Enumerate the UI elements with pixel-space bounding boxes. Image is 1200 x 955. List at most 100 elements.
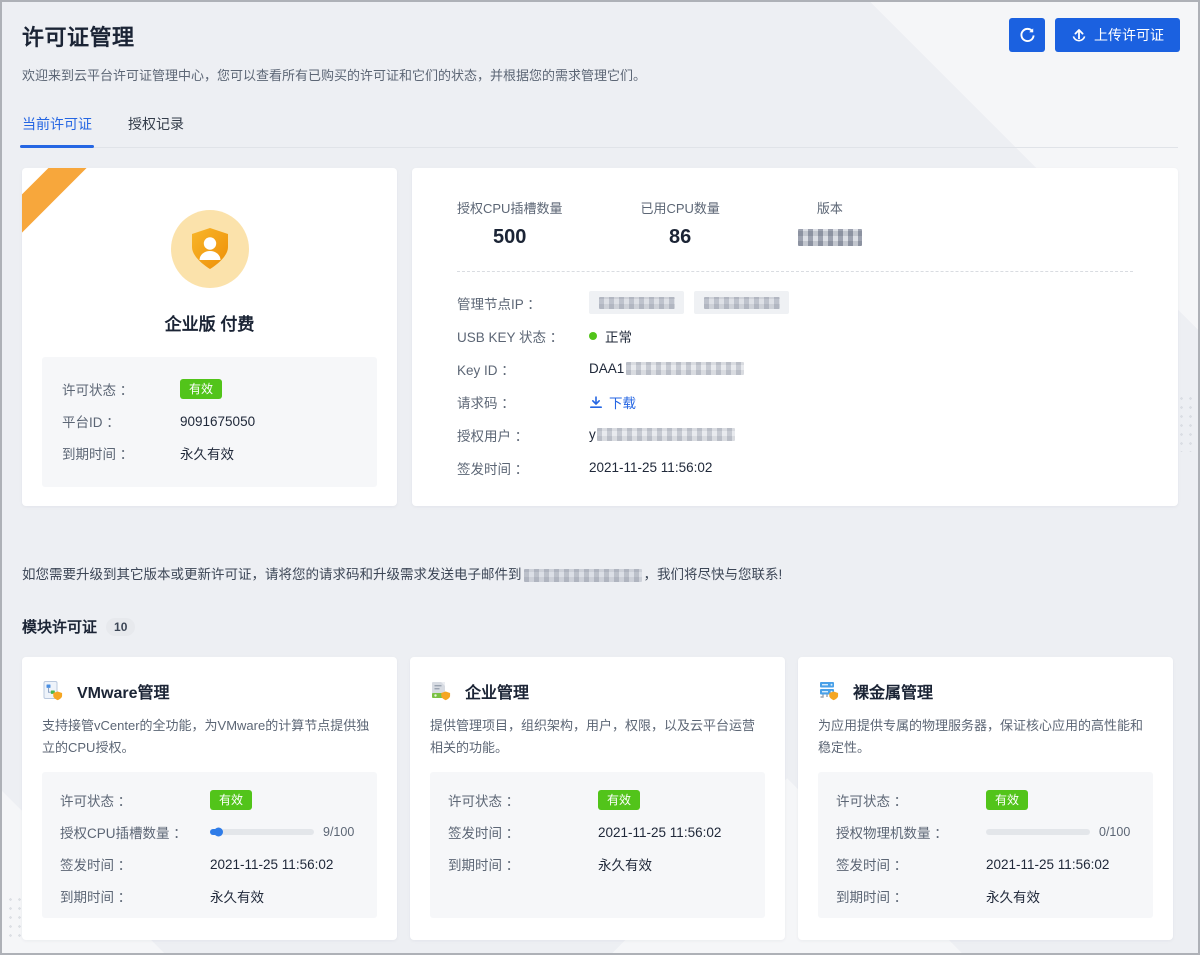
refresh-button[interactable]	[1009, 18, 1045, 52]
quota-text: 9/100	[323, 825, 354, 839]
upload-license-button[interactable]: 上传许可证	[1055, 18, 1180, 52]
usb-key-status-row: USB KEY 状态 ： 正常	[457, 319, 1133, 352]
modules-count-badge: 10	[106, 618, 135, 636]
license-status-label: 许可状态 ：	[62, 379, 180, 399]
issue-time-value: 2021-11-25 11:56:02	[210, 857, 333, 872]
license-status-row: 许可状态 ： 有效	[60, 784, 359, 816]
status-dot-green	[589, 332, 597, 340]
key-id-redacted	[626, 362, 744, 375]
authorized-user-value: y	[589, 427, 596, 442]
contact-email-redacted	[524, 569, 642, 582]
issue-time-label: 签发时间 ：	[60, 854, 210, 874]
license-status-label: 许可状态 ：	[836, 790, 986, 810]
module-title: 企业管理	[465, 679, 529, 703]
platform-id-row: 平台ID ： 9091675050	[62, 405, 357, 437]
download-icon	[589, 395, 603, 409]
module-cards-row: VMware管理 支持接管vCenter的全功能，为VMware的计算节点提供独…	[22, 657, 1178, 940]
authorized-user-label: 授权用户 ：	[457, 425, 589, 445]
download-link-label: 下载	[609, 392, 636, 412]
expire-time-row: 到期时间 ： 永久有效	[836, 880, 1135, 912]
license-edition: 企业版 付费	[22, 310, 397, 335]
issue-time-row: 签发时间 ： 2021-11-25 11:56:02	[457, 451, 1133, 484]
platform-id-label: 平台ID ：	[62, 411, 180, 431]
quota-label: 授权CPU插槽数量 ：	[60, 822, 210, 842]
authorized-user-row: 授权用户 ： y	[457, 418, 1133, 451]
stat-used-cpu: 已用CPU数量 86	[640, 198, 719, 249]
expire-time-value: 永久有效	[598, 854, 652, 874]
upload-icon	[1071, 27, 1087, 43]
tab-current-license[interactable]: 当前许可证	[22, 114, 92, 147]
expire-time-value: 永久有效	[180, 443, 234, 463]
status-badge: 有效	[598, 790, 640, 810]
mgmt-ip-chip-redacted	[694, 291, 789, 314]
download-request-code-link[interactable]: 下载	[589, 392, 636, 412]
upgrade-note-text: 如您需要升级到其它版本或更新许可证，请将您的请求码和升级需求发送电子邮件到	[22, 567, 522, 582]
module-card-baremetal: 裸金属管理 为应用提供专属的物理服务器，保证核心应用的高性能和稳定性。 许可状态…	[798, 657, 1173, 940]
mgmt-ip-chip-redacted	[589, 291, 684, 314]
license-status-label: 许可状态 ：	[60, 790, 210, 810]
expire-time-row: 到期时间 ： 永久有效	[448, 848, 747, 880]
module-description: 支持接管vCenter的全功能，为VMware的计算节点提供独立的CPU授权。	[42, 715, 377, 759]
usb-key-status-value: 正常	[605, 326, 632, 346]
license-status-row: 许可状态 ： 有效	[448, 784, 747, 816]
quota-label: 授权物理机数量 ：	[836, 822, 986, 842]
page-subtitle: 欢迎来到云平台许可证管理中心，您可以查看所有已购买的许可证和它们的状态，并根据您…	[22, 65, 1178, 84]
request-code-label: 请求码 ：	[457, 392, 589, 412]
module-title: VMware管理	[77, 679, 169, 703]
module-info-box: 许可状态 ： 有效 授权物理机数量 ： 0/100 签发时间 ： 2021-11…	[818, 772, 1153, 918]
quota-progress-bar	[210, 829, 314, 835]
module-title: 裸金属管理	[853, 679, 933, 703]
stat-value-redacted	[798, 226, 862, 249]
baremetal-module-icon	[818, 680, 840, 702]
expire-time-row: 到期时间 ： 永久有效	[62, 437, 357, 469]
module-info-box: 许可状态 ： 有效 授权CPU插槽数量 ： 9/100 签发时间 ： 2021-…	[42, 772, 377, 918]
upload-button-label: 上传许可证	[1094, 25, 1164, 45]
license-management-page: 上传许可证 许可证管理 欢迎来到云平台许可证管理中心，您可以查看所有已购买的许可…	[0, 0, 1200, 955]
license-detail-card: 授权CPU插槽数量 500 已用CPU数量 86 版本 管理节点IP	[412, 168, 1178, 506]
mgmt-ip-row: 管理节点IP ：	[457, 286, 1133, 319]
stat-label: 已用CPU数量	[640, 198, 719, 217]
key-id-row: Key ID ： DAA1	[457, 352, 1133, 385]
tab-authorization-records[interactable]: 授权记录	[128, 114, 184, 147]
license-status-row: 许可状态 ： 有效	[62, 373, 357, 405]
expire-time-label: 到期时间 ：	[62, 443, 180, 463]
issue-time-label: 签发时间 ：	[836, 854, 986, 874]
stat-value: 86	[640, 226, 719, 249]
stat-cpu-sockets: 授权CPU插槽数量 500	[457, 198, 562, 249]
module-card-enterprise: 企业管理 提供管理项目，组织架构，用户，权限，以及云平台运营相关的功能。 许可状…	[410, 657, 785, 940]
status-badge: 有效	[210, 790, 252, 810]
mgmt-ip-label: 管理节点IP ：	[457, 293, 589, 313]
key-id-value: DAA1	[589, 361, 624, 376]
modules-header: 模块许可证 10	[22, 616, 1178, 637]
module-description: 提供管理项目，组织架构，用户，权限，以及云平台运营相关的功能。	[430, 715, 765, 759]
quota-text: 0/100	[1099, 825, 1130, 839]
stat-value: 500	[457, 226, 562, 249]
quota-row: 授权物理机数量 ： 0/100	[836, 816, 1135, 848]
expire-time-row: 到期时间 ： 永久有效	[60, 880, 359, 912]
vmware-module-icon	[42, 680, 64, 702]
issue-time-value: 2021-11-25 11:56:02	[986, 857, 1109, 872]
refresh-icon	[1019, 27, 1036, 44]
upgrade-note: 如您需要升级到其它版本或更新许可证，请将您的请求码和升级需求发送电子邮件到 ，我们…	[22, 563, 1178, 583]
platform-id-value: 9091675050	[180, 414, 255, 429]
license-status-label: 许可状态 ：	[448, 790, 598, 810]
expire-time-label: 到期时间 ：	[836, 886, 986, 906]
expire-time-value: 永久有效	[986, 886, 1040, 906]
key-id-label: Key ID ：	[457, 359, 589, 379]
stat-label: 版本	[798, 198, 862, 217]
upgrade-note-text: ，我们将尽快与您联系!	[644, 567, 783, 582]
expire-time-value: 永久有效	[210, 886, 264, 906]
tab-bar: 当前许可证 授权记录	[22, 114, 1178, 148]
issue-time-label: 签发时间 ：	[448, 822, 598, 842]
issue-time-row: 签发时间 ： 2021-11-25 11:56:02	[448, 816, 747, 848]
stat-version: 版本	[798, 198, 862, 249]
module-info-box: 许可状态 ： 有效 签发时间 ： 2021-11-25 11:56:02 到期时…	[430, 772, 765, 918]
enterprise-module-icon	[430, 680, 452, 702]
license-stats: 授权CPU插槽数量 500 已用CPU数量 86 版本	[457, 198, 1133, 249]
quota-row: 授权CPU插槽数量 ： 9/100	[60, 816, 359, 848]
stat-label: 授权CPU插槽数量	[457, 198, 562, 217]
authorized-user-redacted	[597, 428, 735, 441]
dashed-divider	[457, 271, 1133, 272]
summary-info-box: 许可状态 ： 有效 平台ID ： 9091675050 到期时间 ： 永久有效	[42, 357, 377, 487]
status-badge: 有效	[180, 379, 222, 399]
